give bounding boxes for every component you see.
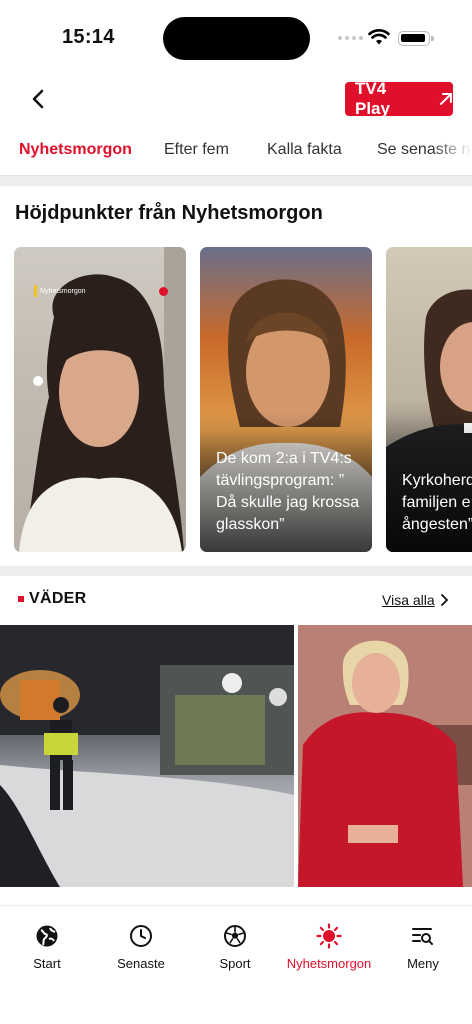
tv4-play-button[interactable]: TV4 Play bbox=[345, 79, 453, 118]
nav-label: Meny bbox=[407, 956, 439, 971]
globe-icon bbox=[36, 925, 58, 947]
highlight-card[interactable]: Nyhetsmorgon bbox=[14, 247, 186, 552]
tab-kalla-fakta[interactable]: Kalla fakta bbox=[267, 141, 342, 159]
chevron-left-icon bbox=[32, 89, 44, 109]
status-bar: 15:14 bbox=[0, 0, 472, 76]
weather-title: VÄDER bbox=[29, 590, 87, 607]
tab-efter-fem[interactable]: Efter fem bbox=[164, 141, 229, 159]
tv4-play-label: TV4 Play bbox=[355, 79, 390, 118]
chevron-right-icon[interactable] bbox=[440, 594, 448, 606]
nyhetsmorgon-brand: Nyhetsmorgon bbox=[34, 285, 86, 297]
nav-label: Nyhetsmorgon bbox=[286, 956, 372, 971]
nav-label: Senaste bbox=[117, 956, 165, 971]
highlight-card[interactable]: De kom 2:a i TV4:s tävlingsprogram: ” Då… bbox=[200, 247, 372, 552]
snowstorm-image bbox=[0, 625, 294, 887]
card-caption: De kom 2:a i TV4:s tävlingsprogram: ” Då… bbox=[216, 450, 360, 533]
nav-nyhetsmorgon[interactable]: Nyhetsmorgon bbox=[284, 922, 374, 971]
nav-label: Sport bbox=[219, 956, 251, 971]
arrow-up-right-icon bbox=[440, 93, 453, 105]
tab-nyhetsmorgon[interactable]: Nyhetsmorgon bbox=[19, 141, 132, 159]
nav-label: Start bbox=[33, 956, 61, 971]
tv4-logo-icon bbox=[159, 287, 168, 296]
football-icon bbox=[224, 925, 246, 947]
card-caption: Kyrkoherd Hedrar va familjen e att fastn… bbox=[402, 472, 472, 533]
section-marker-icon bbox=[18, 596, 24, 602]
nav-meny[interactable]: Meny bbox=[378, 922, 468, 971]
section-divider bbox=[0, 566, 472, 576]
sun-icon bbox=[316, 923, 342, 949]
wifi-icon bbox=[368, 29, 390, 45]
nav-start[interactable]: Start bbox=[2, 922, 92, 971]
status-time: 15:14 bbox=[62, 26, 115, 48]
see-all-link[interactable]: Visa alla bbox=[382, 592, 435, 608]
dynamic-island bbox=[163, 17, 310, 60]
nav-senaste[interactable]: Senaste bbox=[96, 922, 186, 971]
weather-presenter-thumbnail[interactable] bbox=[298, 625, 472, 887]
program-tabs: Nyhetsmorgon Efter fem Kalla fakta Se se… bbox=[0, 126, 472, 176]
highlights-carousel[interactable]: Nyhetsmorgon De kom 2:a i TV4:s tävlings… bbox=[0, 247, 472, 552]
section-divider bbox=[0, 176, 472, 186]
bottom-navigation: Start Senaste Sport Nyhetsmorgon Meny bbox=[0, 905, 472, 1024]
menu-search-icon bbox=[412, 928, 433, 945]
highlights-title: Höjdpunkter från Nyhetsmorgon bbox=[15, 202, 323, 224]
weather-video-thumbnail[interactable] bbox=[0, 625, 294, 887]
back-button[interactable] bbox=[26, 86, 50, 112]
weather-section-header: VÄDER Visa alla bbox=[0, 586, 472, 614]
top-header: TV4 Play bbox=[0, 76, 472, 126]
presenter-image bbox=[298, 625, 472, 887]
battery-icon bbox=[398, 31, 434, 46]
clock-icon bbox=[130, 925, 152, 947]
cellular-signal-icon bbox=[338, 36, 363, 40]
nav-sport[interactable]: Sport bbox=[190, 922, 280, 971]
highlight-card[interactable]: Kyrkoherd Hedrar va familjen e att fastn… bbox=[386, 247, 472, 552]
